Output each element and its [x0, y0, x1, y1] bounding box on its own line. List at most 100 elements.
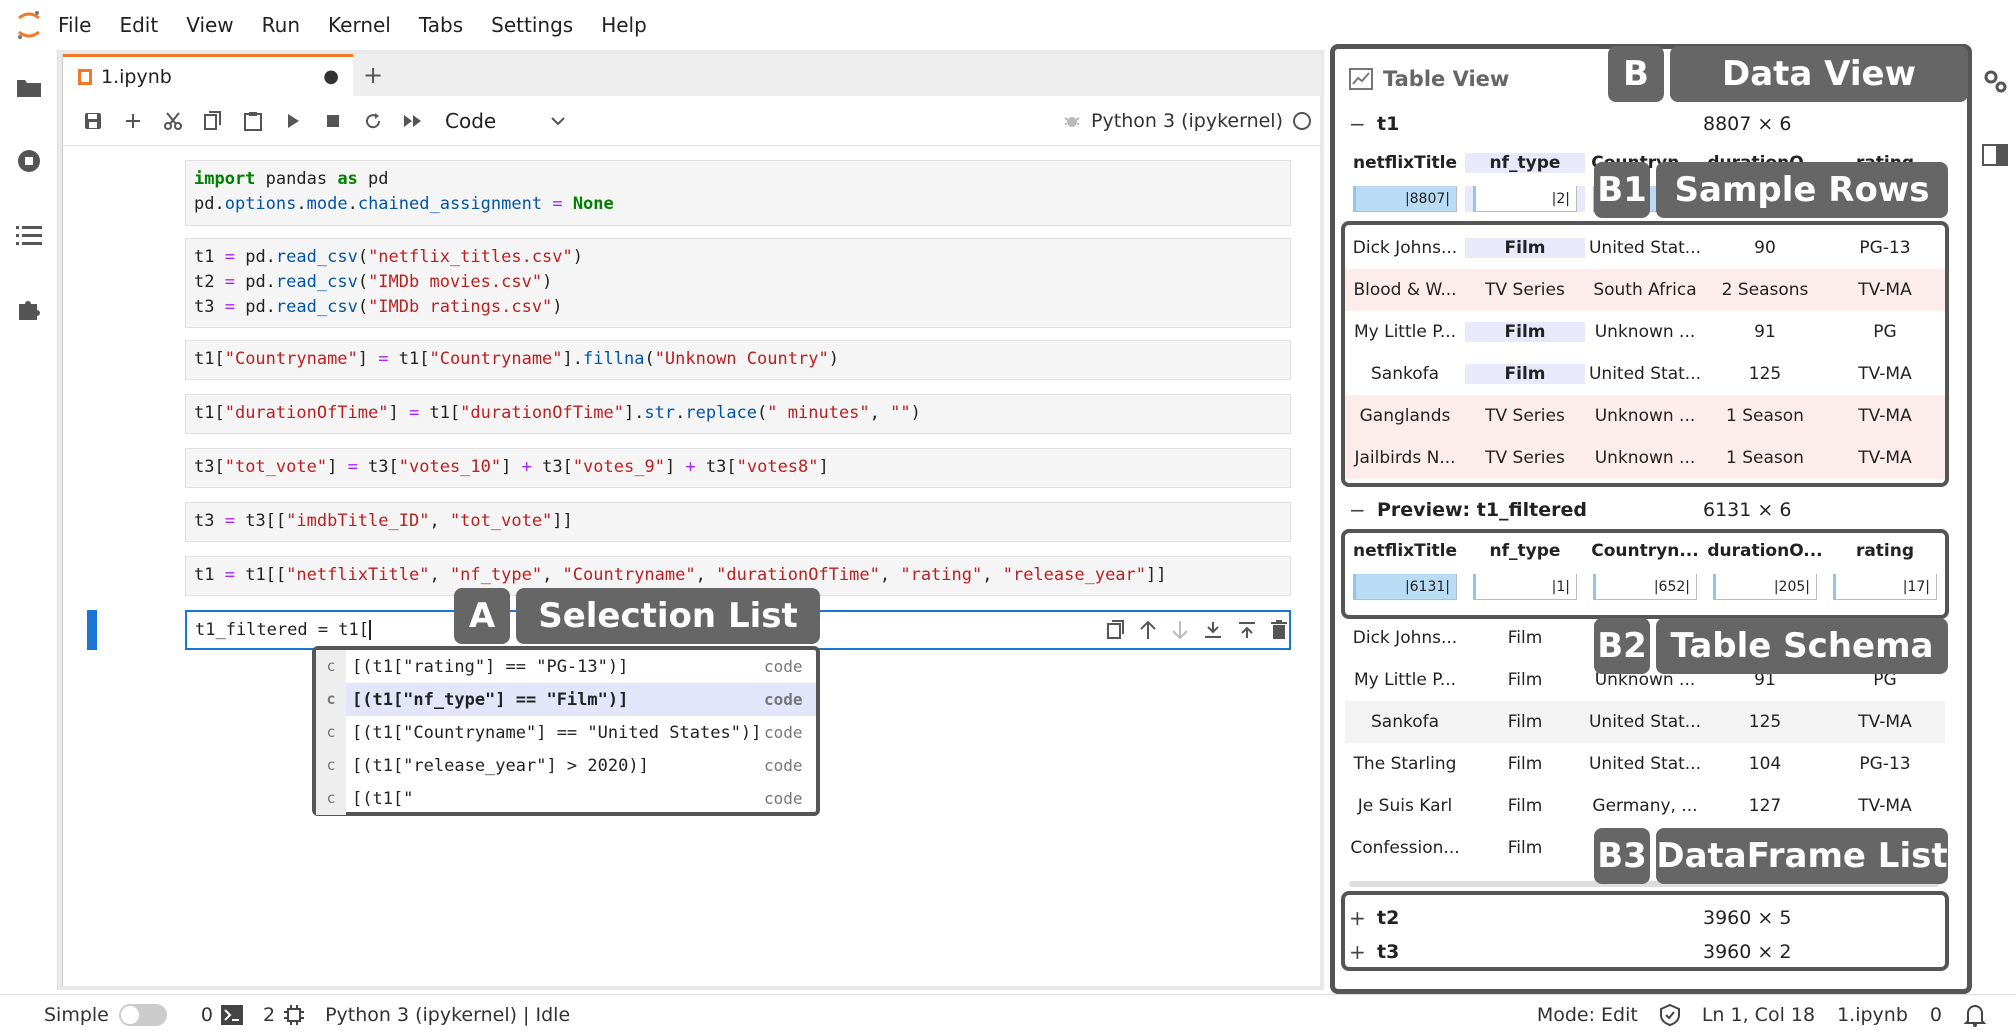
menu-edit[interactable]: Edit [119, 13, 158, 37]
terminal-count-value: 0 [200, 1003, 213, 1026]
unsaved-indicator-icon[interactable]: ● [323, 66, 339, 87]
table-cell: Germany, ... [1592, 796, 1698, 816]
notebook-panel: 1.ipynb ● + Code Python 3 (ipykernel) im… [62, 54, 1321, 986]
table-cell: TV-MA [1858, 796, 1912, 816]
cell-input[interactable]: import pandas as pd pd.options.mode.chai… [185, 160, 1291, 226]
bell-icon[interactable] [1964, 1003, 1986, 1027]
duplicate-icon[interactable] [1107, 620, 1125, 640]
property-inspector-icon[interactable] [1982, 68, 2008, 98]
bug-icon[interactable] [1063, 112, 1081, 130]
save-icon[interactable] [73, 101, 113, 141]
delete-icon[interactable] [1271, 620, 1287, 640]
completion-item[interactable]: c [(t1[" code [316, 782, 816, 815]
current-file: 1.ipynb [1837, 1003, 1908, 1026]
table-row: Je Suis Karl Film Germany, ... 127 TV-MA [1345, 785, 1945, 827]
column-header[interactable]: nf_type [1465, 153, 1585, 173]
menu-run[interactable]: Run [262, 13, 300, 37]
menu-settings[interactable]: Settings [491, 13, 573, 37]
paste-icon[interactable] [233, 101, 273, 141]
kernel-indicator[interactable]: Python 3 (ipykernel) [1063, 96, 1311, 146]
run-icon[interactable] [273, 101, 313, 141]
kernel-status-text: Python 3 (ipykernel) | Idle [325, 1003, 571, 1026]
status-right: Mode: Edit Ln 1, Col 18 1.ipynb 0 [1537, 1003, 2016, 1027]
menu-tabs[interactable]: Tabs [419, 13, 463, 37]
running-kernels-icon[interactable] [0, 124, 58, 198]
kernel-count[interactable]: 2 [263, 1004, 305, 1026]
cell-type-select[interactable]: Code [445, 109, 565, 133]
left-sidebar [0, 50, 58, 990]
terminal-count[interactable]: 0 [201, 1004, 243, 1026]
cell-input[interactable]: t1 = pd.read_csv("netflix_titles.csv") t… [185, 238, 1291, 328]
code-type-icon: c [316, 683, 346, 716]
editor-mode[interactable]: Mode: Edit [1537, 1004, 1638, 1026]
sample-rows-outline [1341, 221, 1949, 487]
completion-item[interactable]: c [(t1["Countryname"] == "United States")… [316, 716, 816, 749]
cursor-position[interactable]: Ln 1, Col 18 [1702, 1004, 1815, 1026]
new-tab-button[interactable]: + [353, 54, 393, 96]
label-b1: B1 [1594, 162, 1650, 218]
fast-forward-icon[interactable] [393, 101, 433, 141]
menu-file[interactable]: File [58, 13, 91, 37]
insert-below-icon[interactable] [1237, 620, 1257, 640]
menu-kernel[interactable]: Kernel [328, 13, 391, 37]
extensions-icon[interactable] [0, 272, 58, 346]
stop-icon[interactable] [313, 101, 353, 141]
code-type-icon: c [316, 716, 346, 749]
copy-icon[interactable] [193, 101, 233, 141]
schema-bar: |8807| [1353, 186, 1457, 212]
kernel-count-value: 2 [262, 1003, 276, 1026]
notification-count: 0 [1929, 1003, 1942, 1026]
cut-icon[interactable] [153, 101, 193, 141]
completion-text: [(t1[" [352, 788, 414, 809]
table-schema-outline [1341, 529, 1949, 619]
collapse-toggle[interactable]: − [1349, 112, 1377, 136]
cell-input[interactable]: t3["tot_vote"] = t3["votes_10"] + t3["vo… [185, 448, 1291, 488]
table-cell: Film [1507, 838, 1543, 858]
restart-icon[interactable] [353, 101, 393, 141]
insert-above-icon[interactable] [1203, 620, 1223, 640]
completion-item[interactable]: c [(t1["release_year"] > 2020)] code [316, 749, 816, 782]
move-down-icon[interactable] [1171, 620, 1189, 640]
dataframe-preview[interactable]: − Preview: t1_filtered 6131 × 6 [1349, 493, 1791, 527]
file-browser-icon[interactable] [0, 50, 58, 124]
cell-input[interactable]: t1["Countryname"] = t1["Countryname"].fi… [185, 340, 1291, 380]
table-cell: PG-13 [1859, 754, 1911, 774]
menu-bar: File Edit View Run Kernel Tabs Settings … [0, 0, 2016, 50]
menu-view[interactable]: View [186, 13, 233, 37]
completion-item[interactable]: c [(t1["rating"] == "PG-13")] code [316, 650, 816, 683]
table-view-panel-icon[interactable] [1982, 144, 2008, 170]
kernel-status[interactable]: Python 3 (ipykernel) | Idle [325, 1004, 570, 1026]
table-cell: Film [1507, 670, 1543, 690]
label-b2: B2 [1594, 618, 1650, 674]
table-of-contents-icon[interactable] [0, 198, 58, 272]
table-cell: Confession... [1350, 838, 1460, 858]
label-b3: B3 [1594, 828, 1650, 884]
chart-icon [1349, 68, 1373, 90]
table-row: Sankofa Film United Stat... 125 TV-MA [1345, 701, 1945, 743]
table-cell: United Stat... [1588, 712, 1701, 732]
code-type-icon: c [316, 782, 346, 815]
cell-type-value: Code [445, 108, 497, 133]
simple-mode-switch[interactable]: Simple [44, 1003, 167, 1026]
notebook-tab[interactable]: 1.ipynb ● [63, 54, 353, 96]
add-cell-icon[interactable] [113, 101, 153, 141]
cell-input[interactable]: t3 = t3[["imdbTitle_ID", "tot_vote"]] [185, 502, 1291, 542]
label-sample-rows: Sample Rows [1656, 162, 1948, 218]
dataframe-size: 6131 × 6 [1703, 499, 1792, 521]
column-header[interactable]: netflixTitle [1345, 153, 1465, 173]
dataframe-t1[interactable]: − t1 8807 × 6 [1349, 107, 1791, 141]
simple-mode-toggle[interactable] [118, 1003, 167, 1026]
table-cell: Je Suis Karl [1357, 796, 1453, 816]
table-cell: Film [1507, 628, 1543, 648]
completion-text: [(t1["release_year"] > 2020)] [352, 755, 649, 776]
tab-name: 1.ipynb [101, 65, 172, 88]
label-a: A [454, 588, 510, 644]
cell-input[interactable]: t1["durationOfTime"] = t1["durationOfTim… [185, 394, 1291, 434]
shield-check-icon[interactable] [1659, 1003, 1680, 1026]
menu-help[interactable]: Help [601, 13, 647, 37]
completion-item-selected[interactable]: c [(t1["nf_type"] == "Film")] code [316, 683, 816, 716]
move-up-icon[interactable] [1139, 620, 1157, 640]
completion-type: code [764, 723, 803, 742]
chip-icon [284, 1004, 305, 1025]
collapse-toggle[interactable]: − [1349, 498, 1377, 522]
